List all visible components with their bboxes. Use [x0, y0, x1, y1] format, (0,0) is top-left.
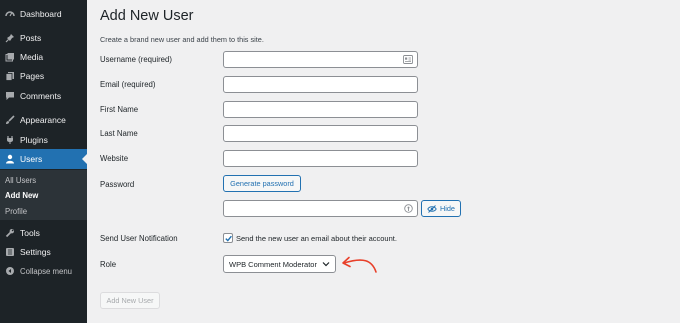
plug-icon — [1, 135, 19, 145]
sidebar-item-posts[interactable]: Posts — [0, 28, 87, 48]
website-label: Website — [100, 154, 129, 163]
sidebar-item-tools[interactable]: Tools — [0, 223, 87, 243]
collapse-icon — [1, 266, 19, 276]
last-name-field[interactable] — [223, 125, 418, 142]
pin-icon — [1, 33, 19, 43]
role-select[interactable]: WPB Comment Moderator — [223, 255, 336, 273]
sidebar-item-plugins[interactable]: Plugins — [0, 130, 87, 150]
role-label: Role — [100, 260, 117, 269]
brush-icon — [1, 115, 19, 125]
sidebar-item-label: Pages — [20, 71, 45, 81]
dashboard-icon — [1, 9, 19, 19]
notification-text: Send the new user an email about their a… — [236, 234, 397, 243]
submenu-item-all-users[interactable]: All Users — [5, 176, 36, 185]
sidebar-item-label: Users — [20, 154, 43, 164]
sidebar-item-pages[interactable]: Pages — [0, 66, 87, 86]
sidebar-item-media[interactable]: Media — [0, 47, 87, 67]
hide-button-label: Hide — [439, 204, 455, 213]
eye-hidden-icon — [427, 204, 437, 213]
settings-icon — [1, 247, 19, 257]
notification-checkbox[interactable] — [223, 233, 233, 243]
password-field[interactable] — [223, 200, 418, 217]
first-name-field[interactable] — [223, 101, 418, 118]
sidebar-item-label: Tools — [20, 228, 40, 238]
comment-icon — [1, 91, 19, 101]
last-name-label: Last Name — [100, 129, 138, 138]
checkmark-icon — [224, 234, 233, 245]
sidebar-item-appearance[interactable]: Appearance — [0, 110, 87, 130]
user-icon — [1, 154, 19, 164]
contact-card-icon — [403, 55, 413, 66]
email-field[interactable] — [223, 76, 418, 93]
sidebar-item-label: Posts — [20, 33, 42, 43]
users-submenu: All Users Add New Profile — [0, 170, 87, 220]
sidebar-item-label: Collapse menu — [20, 266, 73, 276]
username-label: Username (required) — [100, 55, 172, 64]
sidebar-item-dashboard[interactable]: Dashboard — [0, 4, 87, 24]
submenu-item-add-new[interactable]: Add New — [5, 191, 38, 200]
sidebar-item-label: Appearance — [20, 115, 66, 125]
sidebar-item-users[interactable]: Users — [0, 149, 87, 169]
role-select-value: WPB Comment Moderator — [229, 259, 317, 269]
chevron-down-icon — [322, 260, 330, 270]
first-name-label: First Name — [100, 105, 139, 114]
hide-password-button[interactable]: Hide — [421, 200, 461, 217]
sidebar-item-label: Media — [20, 52, 44, 62]
admin-sidebar: Dashboard Posts Media Pages Comments App… — [0, 0, 87, 323]
page-description: Create a brand new user and add them to … — [100, 35, 264, 44]
generate-password-button[interactable]: Generate password — [223, 175, 301, 192]
sidebar-item-settings[interactable]: Settings — [0, 242, 87, 262]
username-field[interactable] — [223, 51, 418, 68]
website-field[interactable] — [223, 150, 418, 167]
submenu-item-profile[interactable]: Profile — [5, 207, 27, 216]
password-label: Password — [100, 180, 135, 189]
sidebar-item-comments[interactable]: Comments — [0, 86, 87, 106]
email-label: Email (required) — [100, 80, 156, 89]
wrench-icon — [1, 228, 19, 238]
collapse-menu-button[interactable]: Collapse menu — [0, 261, 87, 281]
notification-label: Send User Notification — [100, 234, 178, 243]
sidebar-item-label: Comments — [20, 91, 62, 101]
main-content: Add New User Create a brand new user and… — [87, 0, 680, 323]
add-new-user-button[interactable]: Add New User — [100, 292, 160, 309]
password-key-icon — [404, 204, 413, 215]
annotation-arrow-icon — [339, 252, 379, 276]
sidebar-item-label: Settings — [20, 247, 51, 257]
sidebar-item-label: Plugins — [20, 135, 48, 145]
page-title: Add New User — [100, 8, 194, 24]
pages-icon — [1, 71, 19, 81]
sidebar-item-label: Dashboard — [20, 9, 62, 19]
media-icon — [1, 52, 19, 62]
